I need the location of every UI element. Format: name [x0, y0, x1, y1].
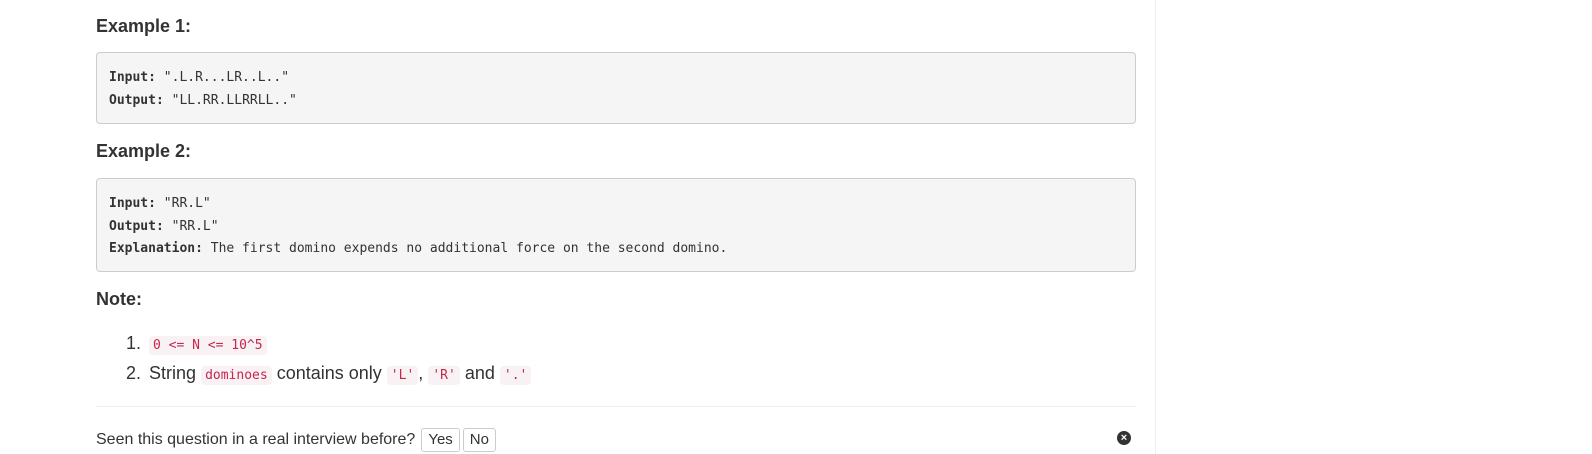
close-icon[interactable]: ×	[1117, 431, 1131, 445]
note-item-2: 2. String dominoes contains only 'L', 'R…	[126, 358, 532, 388]
note-text: contains only	[276, 363, 382, 383]
output-label: Output:	[109, 92, 164, 108]
note-heading: Note:	[96, 289, 142, 309]
input-label: Input:	[109, 70, 156, 85]
list-number: 2.	[126, 363, 142, 383]
comma: ,	[418, 363, 424, 383]
example-2-block: Input: "RR.L" Output: "RR.L" Explanation…	[96, 178, 1136, 272]
example-2-explanation-line: Explanation: The first domino expends no…	[109, 238, 1123, 261]
input-label: Input:	[109, 196, 156, 211]
note-text: String	[149, 363, 197, 383]
list-number: 1.	[126, 333, 142, 353]
output-value: "LL.RR.LLRRLL.."	[163, 92, 297, 108]
note-text: and	[464, 363, 495, 383]
example-1-block: Input: ".L.R...LR..L.." Output: "LL.RR.L…	[96, 52, 1136, 124]
note-item-1: 1. 0 <= N <= 10^5	[126, 328, 531, 358]
constraint-code: 0 <= N <= 10^5	[149, 336, 267, 355]
divider	[96, 406, 1136, 407]
problem-content: Example 1: Input: ".L.R...LR..L.." Outpu…	[0, 0, 1156, 454]
dot-code: '.'	[499, 366, 532, 385]
example-2-heading: Example 2:	[96, 141, 192, 161]
no-button[interactable]: No	[462, 428, 496, 452]
input-value: "RR.L"	[155, 196, 211, 211]
example-1-output-line: Output: "LL.RR.LLRRLL.."	[109, 90, 1123, 113]
sidebar-area	[1156, 0, 1592, 454]
example-2-output-line: Output: "RR.L"	[109, 216, 1123, 239]
explanation-value: The first domino expends no additional f…	[202, 241, 728, 256]
explanation-label: Explanation:	[109, 241, 203, 256]
r-code: 'R'	[428, 366, 460, 385]
output-label: Output:	[109, 218, 164, 234]
interview-feedback: Seen this question in a real interview b…	[96, 428, 496, 452]
dominoes-code: dominoes	[201, 366, 272, 385]
input-value: ".L.R...LR..L.."	[155, 70, 290, 85]
example-2-input-line: Input: "RR.L"	[109, 193, 1123, 216]
output-value: "RR.L"	[163, 218, 219, 234]
yes-button[interactable]: Yes	[421, 428, 460, 452]
example-1-heading: Example 1:	[96, 16, 192, 36]
l-code: 'L'	[386, 366, 419, 385]
feedback-question: Seen this question in a real interview b…	[96, 431, 416, 448]
note-list: 1. 0 <= N <= 10^5 2. String dominoes con…	[126, 328, 532, 388]
example-1-input-line: Input: ".L.R...LR..L.."	[109, 67, 1123, 90]
